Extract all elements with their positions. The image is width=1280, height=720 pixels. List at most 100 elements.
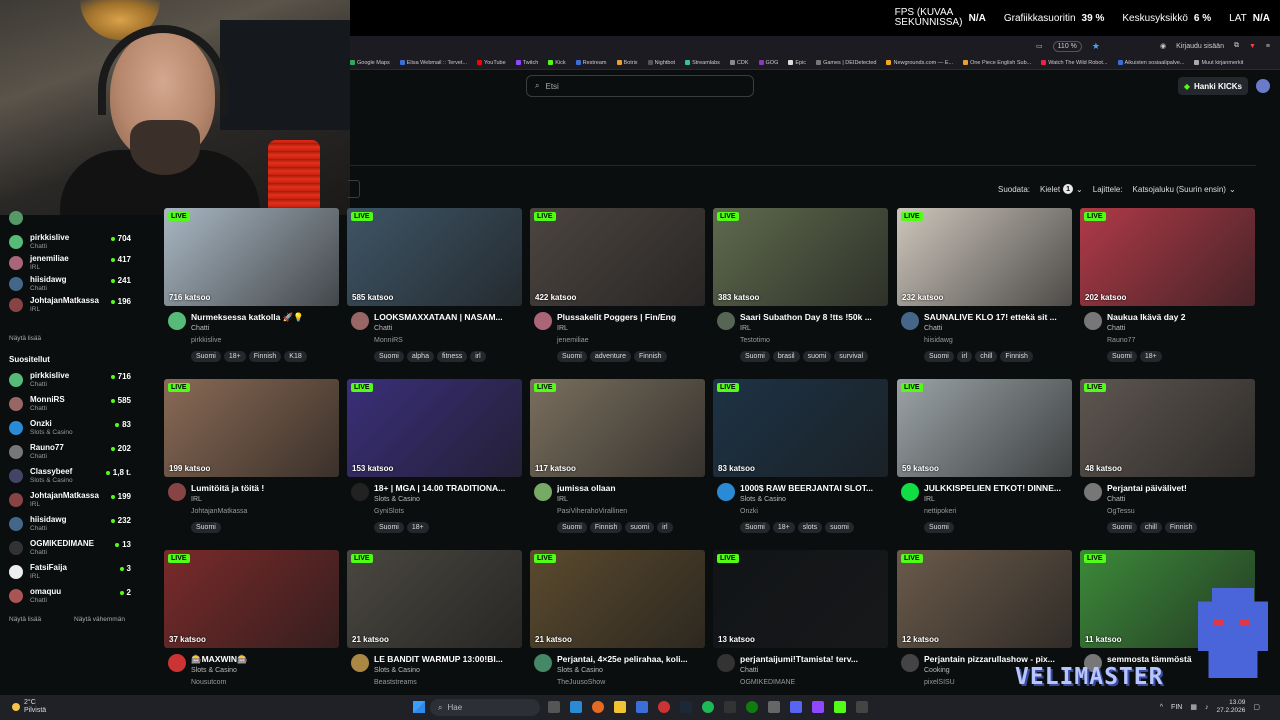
streamer-avatar[interactable] <box>717 654 735 672</box>
discord-icon[interactable] <box>790 701 802 713</box>
bookmark-item[interactable]: Epic <box>788 60 806 66</box>
stream-category[interactable]: IRL <box>557 496 568 503</box>
store-icon[interactable] <box>636 701 648 713</box>
stream-tag[interactable]: 18+ <box>1139 351 1162 362</box>
sidebar-channel[interactable]: OGMIKEDIMANE Chatti 13 <box>9 537 131 559</box>
bookmark-item[interactable]: Aikuisten sosiaalipalve... <box>1117 60 1184 66</box>
language-indicator[interactable]: FIN <box>1171 704 1182 711</box>
stream-card[interactable]: LIVE 83 katsoo 1000$ RAW BEERJANTAI SLOT..… <box>713 379 888 544</box>
stream-tag[interactable]: irl <box>956 351 973 362</box>
bookmark-item[interactable]: Restream <box>575 60 607 66</box>
stream-thumbnail[interactable]: LIVE 585 katsoo <box>347 208 522 306</box>
stream-thumbnail[interactable]: LIVE 202 katsoo <box>1080 208 1255 306</box>
streamer-name[interactable]: hiisidawg <box>924 337 953 344</box>
stream-thumbnail[interactable]: LIVE 153 katsoo <box>347 379 522 477</box>
streamer-name[interactable]: OgTessu <box>1107 508 1135 515</box>
show-less-link[interactable]: Näytä vähemmän <box>74 616 125 623</box>
sidebar-channel[interactable]: omaquu Chatti 2 <box>9 585 131 607</box>
stream-tag[interactable]: Suomi <box>374 522 404 533</box>
stream-tag[interactable]: Finnish <box>589 522 623 533</box>
chrome-icon[interactable] <box>658 701 670 713</box>
sidebar-channel[interactable]: hiisidawg Chatti 241 <box>9 273 131 295</box>
get-kicks-button[interactable]: ◆ Hanki KICKs <box>1177 77 1248 95</box>
streamer-avatar[interactable] <box>168 312 186 330</box>
streamer-name[interactable]: nettipokeri <box>924 508 956 515</box>
stream-card[interactable]: LIVE 48 katsoo Perjantai päivälivet! Chatti… <box>1080 379 1255 544</box>
stream-tag[interactable]: fitness <box>436 351 468 362</box>
stream-thumbnail[interactable]: LIVE 48 katsoo <box>1080 379 1255 477</box>
steam-icon[interactable] <box>680 701 692 713</box>
app-icon[interactable] <box>856 701 868 713</box>
bookmark-item[interactable]: One Piece English Sub... <box>963 60 1031 66</box>
stream-tag[interactable]: Suomi <box>924 522 954 533</box>
sidebar-channel[interactable]: pirkkislive Chatti 716 <box>9 369 131 391</box>
login-button[interactable]: Kirjaudu sisään <box>1176 43 1224 50</box>
stream-thumbnail[interactable]: LIVE 83 katsoo <box>713 379 888 477</box>
stream-tag[interactable]: irl <box>470 351 486 362</box>
taskbar-search[interactable]: ⌕ Hae <box>430 699 540 716</box>
streamer-name[interactable]: TheJuusoShow <box>557 679 605 686</box>
stream-category[interactable]: Chatti <box>740 667 758 674</box>
streamer-avatar[interactable] <box>534 312 552 330</box>
stream-tag[interactable]: chill <box>975 351 998 362</box>
stream-thumbnail[interactable]: LIVE 21 katsoo <box>347 550 522 648</box>
sidebar-item-partial[interactable] <box>9 207 131 229</box>
bookmark-item[interactable]: Nightbot <box>647 60 675 66</box>
streamer-name[interactable]: pirkkislive <box>191 337 221 344</box>
bookmark-item[interactable]: Streamlabs <box>685 60 720 66</box>
streamer-name[interactable]: Onzki <box>740 508 758 515</box>
stream-tag[interactable]: Finnish <box>1164 522 1198 533</box>
stream-title[interactable]: SAUNALIVE KLO 17! ettekä sit ... <box>924 312 1072 322</box>
spotify-icon[interactable] <box>702 701 714 713</box>
stream-title[interactable]: Perjantai, 4×25e pelirahaa, koli... <box>557 654 705 664</box>
xbox-icon[interactable] <box>746 701 758 713</box>
stream-category[interactable]: Slots & Casino <box>740 496 786 503</box>
stream-thumbnail[interactable]: LIVE 199 katsoo <box>164 379 339 477</box>
stream-card[interactable]: LIVE 422 katsoo Plussakelit Poggers | Fin/… <box>530 208 705 373</box>
network-icon[interactable]: ▦ <box>1190 703 1197 711</box>
stream-thumbnail[interactable]: LIVE 59 katsoo <box>897 379 1072 477</box>
stream-card[interactable]: LIVE 59 katsoo JULKKISPELIEN ETKOT! DINNE.… <box>897 379 1072 544</box>
stream-tag[interactable]: brasil <box>772 351 800 362</box>
sidebar-channel[interactable]: FatsiFaija IRL 3 <box>9 561 131 583</box>
stream-title[interactable]: 1000$ RAW BEERJANTAI SLOT... <box>740 483 888 493</box>
stream-title[interactable]: Lumitöitä ja töitä ! <box>191 483 339 493</box>
notification-icon[interactable]: ▢ <box>1253 703 1260 711</box>
bookmark-item[interactable]: GOG <box>758 60 778 66</box>
stream-title[interactable]: Plussakelit Poggers | Fin/Eng <box>557 312 705 322</box>
search-input[interactable]: ⌕ Etsi <box>526 75 754 97</box>
kick-icon[interactable] <box>834 701 846 713</box>
stream-title[interactable]: Perjantain pizzarullashow - pix... <box>924 654 1072 664</box>
file-explorer-icon[interactable] <box>614 701 626 713</box>
volume-icon[interactable]: ♪ <box>1205 704 1209 711</box>
pocket-icon[interactable]: ▼ <box>1249 43 1256 50</box>
bookmark-item[interactable]: Watch The Wild Robot... <box>1041 60 1108 66</box>
stream-tag[interactable]: Suomi <box>191 351 221 362</box>
streamer-name[interactable]: jenemiliae <box>557 337 589 344</box>
streamer-name[interactable]: PasiViherahoVirallinen <box>557 508 627 515</box>
bookmark-item[interactable]: Games | DEIDetected <box>816 60 876 66</box>
stream-tag[interactable]: chill <box>1139 522 1162 533</box>
stream-tag[interactable]: Finnish <box>633 351 667 362</box>
stream-category[interactable]: IRL <box>557 325 568 332</box>
streamer-name[interactable]: OGMIKEDIMANE <box>740 679 795 686</box>
stream-tag[interactable]: suomi <box>625 522 655 533</box>
sidebar-channel[interactable]: JohtajanMatkassa IRL 196 <box>9 294 131 316</box>
streamer-avatar[interactable] <box>901 483 919 501</box>
weather-widget[interactable]: 2°C Pilvistä <box>12 699 46 715</box>
streamer-avatar[interactable] <box>351 654 369 672</box>
stream-card[interactable]: LIVE 21 katsoo LE BANDIT WARMUP 13:00!BI..… <box>347 550 522 715</box>
streamer-avatar[interactable] <box>351 483 369 501</box>
stream-tag[interactable]: 18+ <box>406 522 429 533</box>
sidebar-channel[interactable]: MonniRS Chatti 585 <box>9 393 131 415</box>
sidebar-channel[interactable]: Classybeef Slots & Casino 1,8 t. <box>9 465 131 487</box>
stream-thumbnail[interactable]: LIVE 21 katsoo <box>530 550 705 648</box>
stream-category[interactable]: Slots & Casino <box>374 667 420 674</box>
streamer-avatar[interactable] <box>1084 483 1102 501</box>
bookmark-item[interactable]: CDK <box>729 60 749 66</box>
sidebar-channel[interactable]: Onzki Slots & Casino 83 <box>9 417 131 439</box>
stream-thumbnail[interactable]: LIVE 12 katsoo <box>897 550 1072 648</box>
streamer-name[interactable]: pixelSISU <box>924 679 955 686</box>
stream-title[interactable]: 🎰MAXWIN🎰 <box>191 654 339 665</box>
stream-tag[interactable]: survival <box>834 351 868 362</box>
